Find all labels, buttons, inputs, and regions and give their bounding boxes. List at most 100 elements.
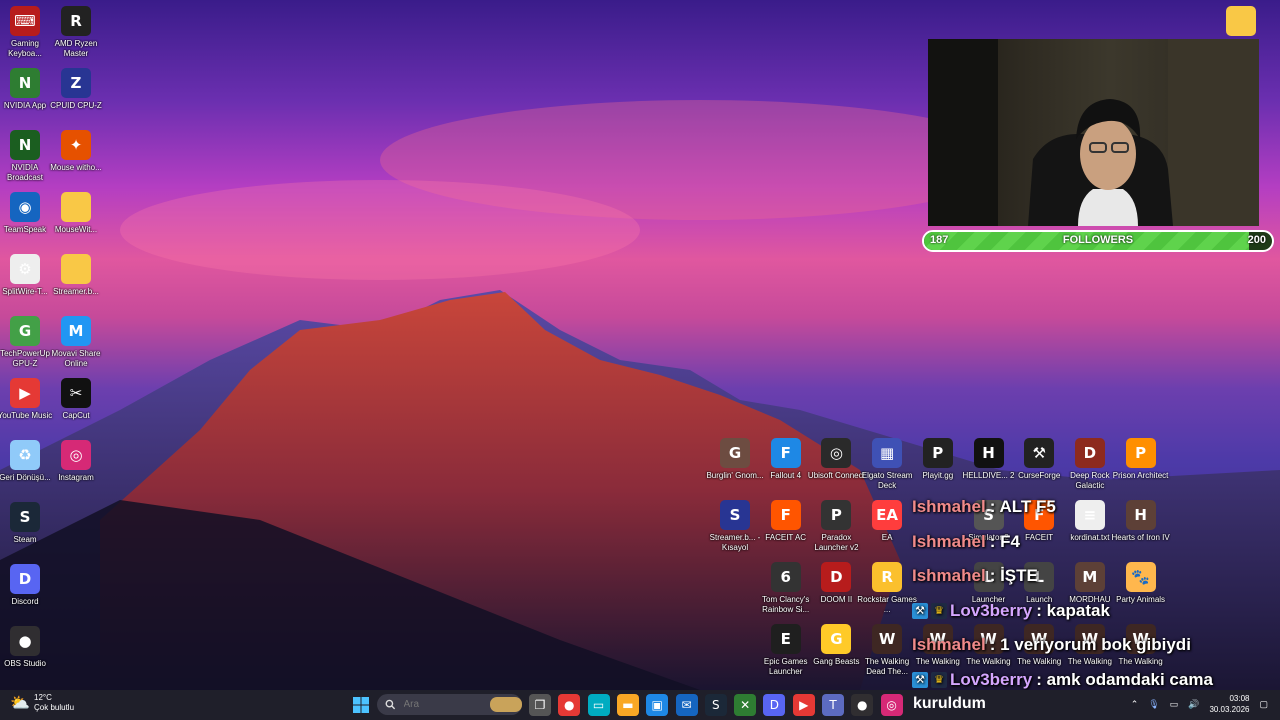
clock[interactable]: 03:08 30.03.2026	[1209, 693, 1249, 715]
top-right-folder-icon[interactable]	[1211, 6, 1271, 39]
desktop-shortcut[interactable]: ◎ Instagram	[46, 440, 106, 483]
system-tray: ⌃ 🎙 ▭ 🔊 03:08 30.03.2026 ▢	[1131, 693, 1268, 715]
desktop-shortcut[interactable]: ✂ CapCut	[46, 378, 106, 421]
task-view-icon[interactable]: ❐	[529, 694, 551, 716]
search-input[interactable]	[401, 698, 486, 711]
chat-text: : ALT F5	[989, 497, 1056, 517]
desktop-shortcut[interactable]: Streamer.b...	[46, 254, 106, 297]
streamerbot-icon: S	[720, 500, 750, 530]
desktop-shortcut-label: AMD Ryzen Master	[54, 39, 98, 58]
desktop-shortcut-label: Steam	[13, 535, 37, 544]
followers-goal: 200	[1247, 234, 1266, 246]
desktop-shortcut-label: Streamer.b...	[53, 287, 99, 296]
folder-icon	[1226, 6, 1256, 36]
folder-icon	[61, 254, 91, 284]
clock-date: 30.03.2026	[1209, 705, 1250, 714]
youtube-music-icon: ▶	[10, 378, 40, 408]
desktop-shortcut[interactable]: R Rockstar Games ...	[857, 562, 917, 615]
chat-message: ⚒ ♛ Lov3berry: kapatak	[912, 594, 1272, 629]
desktop-shortcut[interactable]: D Discord	[0, 564, 55, 607]
youtube-music-icon[interactable]: ▶	[792, 694, 815, 716]
steam-icon: S	[10, 502, 40, 532]
webcam-person-image	[928, 39, 1259, 226]
desktop-shortcut[interactable]: ● OBS Studio	[0, 626, 55, 669]
monitor-icon[interactable]: ▭	[587, 694, 610, 716]
notification-icon[interactable]: ▢	[1259, 699, 1268, 710]
faceit-icon: F	[770, 500, 801, 530]
search-icon	[385, 699, 396, 710]
search-box[interactable]	[377, 694, 522, 715]
paradox-icon: P	[821, 500, 852, 530]
crown-badge-icon: ♛	[931, 671, 947, 688]
chat-message: Ishmahel: İŞTE	[912, 559, 1272, 594]
desktop-shortcut[interactable]: M Movavi Share Online	[46, 316, 106, 369]
chat-username: Lov3berry	[950, 600, 1033, 620]
curseforge-icon: ⚒	[1024, 438, 1055, 468]
desktop-shortcut[interactable]: Z CPUID CPU-Z	[46, 68, 106, 111]
desktop-shortcut[interactable]: P Prison Architect	[1111, 438, 1171, 481]
discord-icon: D	[10, 564, 40, 594]
volume-icon[interactable]: 🔊	[1188, 699, 1199, 710]
taskbar: ⛅ 12°C Çok bulutlu ❐ ● ▭ ▬ ▣ ✉ S ✕ D ▶ T ● ◎ kuruldu…	[0, 690, 1280, 720]
chevron-up-icon[interactable]: ⌃	[1131, 699, 1139, 710]
desktop-shortcut-label: Instagram	[58, 473, 94, 482]
chat-username: Lov3berry	[950, 669, 1033, 689]
chrome-icon[interactable]: ●	[558, 694, 581, 716]
cloud-sun-icon: ⛅	[10, 693, 30, 712]
webcam-overlay	[928, 39, 1259, 226]
crown-badge-icon: ♛	[931, 602, 947, 619]
rockstar-icon: R	[872, 562, 903, 592]
desktop-shortcut-label: Discord	[11, 597, 39, 606]
prison-architect-icon: P	[1125, 438, 1156, 468]
desktop-shortcut[interactable]: ✦ Mouse witho...	[46, 130, 106, 173]
burglin-gnomes-icon: G	[720, 438, 750, 468]
file-explorer-icon[interactable]: ▬	[616, 694, 639, 716]
ea-icon: EA	[872, 500, 903, 530]
gpuz-icon: G	[10, 316, 40, 346]
chat-username: Ishmahel	[912, 531, 986, 551]
splitwire-icon: ⚙	[10, 254, 40, 284]
obs-icon[interactable]: ●	[851, 694, 874, 716]
folder-icon	[61, 192, 91, 222]
chat-text: : F4	[989, 531, 1020, 551]
desktop-shortcut-label: Mouse witho...	[50, 163, 102, 172]
twd-icon: W	[872, 624, 903, 654]
desktop-shortcut-label: CPUID CPU-Z	[50, 101, 102, 110]
start-button[interactable]	[350, 694, 372, 716]
stream-deck-icon: ▦	[872, 438, 903, 468]
doom-icon: D	[821, 562, 852, 592]
cpuz-icon: Z	[61, 68, 91, 98]
fallout4-icon: F	[770, 438, 801, 468]
mail-icon[interactable]: ✉	[675, 694, 698, 716]
steam-icon[interactable]: S	[704, 694, 727, 716]
helldivers-icon: H	[973, 438, 1004, 468]
desktop-shortcut[interactable]: S Steam	[0, 502, 55, 545]
movavi-icon: M	[61, 316, 91, 346]
instagram-icon[interactable]: ◎	[880, 694, 903, 716]
teams-icon[interactable]: T	[822, 694, 844, 716]
microphone-icon[interactable]: 🎙	[1148, 699, 1159, 710]
desktop-shortcut-label: Movavi Share Online	[51, 349, 101, 368]
xbox-icon[interactable]: ✕	[734, 694, 757, 716]
chat-text: : kapatak	[1036, 600, 1110, 620]
store-icon[interactable]: ▣	[646, 694, 669, 716]
desktop-shortcut-label: Prison Architect	[1112, 471, 1169, 480]
chat-overlay: Ishmahel: ALT F5 Ishmahel: F4 Ishmahel: İŞ…	[912, 490, 1272, 697]
clock-time: 03:08	[1229, 694, 1250, 703]
desktop-shortcut[interactable]: MouseWit...	[46, 192, 106, 235]
active-window-title: kuruldum	[913, 695, 986, 712]
desktop-shortcut-label: Rockstar Games ...	[857, 595, 917, 614]
desktop-shortcut-label: EA	[881, 533, 893, 542]
network-icon[interactable]: ▭	[1170, 699, 1179, 710]
teamspeak-icon: ◉	[10, 192, 40, 222]
discord-icon[interactable]: D	[763, 694, 786, 716]
recycle-bin-icon: ♻	[10, 440, 40, 470]
weather-widget[interactable]: ⛅ 12°C Çok bulutlu	[10, 693, 74, 713]
desktop-shortcut[interactable]: R AMD Ryzen Master	[46, 6, 106, 59]
keyboard-icon: ⌨	[10, 6, 40, 36]
pickaxe-badge-icon: ⚒	[912, 671, 928, 688]
chat-message: Ishmahel: F4	[912, 525, 1272, 560]
search-highlight-image	[489, 697, 522, 712]
desktop-shortcut[interactable]: EA EA	[857, 500, 917, 543]
pickaxe-badge-icon: ⚒	[912, 602, 928, 619]
